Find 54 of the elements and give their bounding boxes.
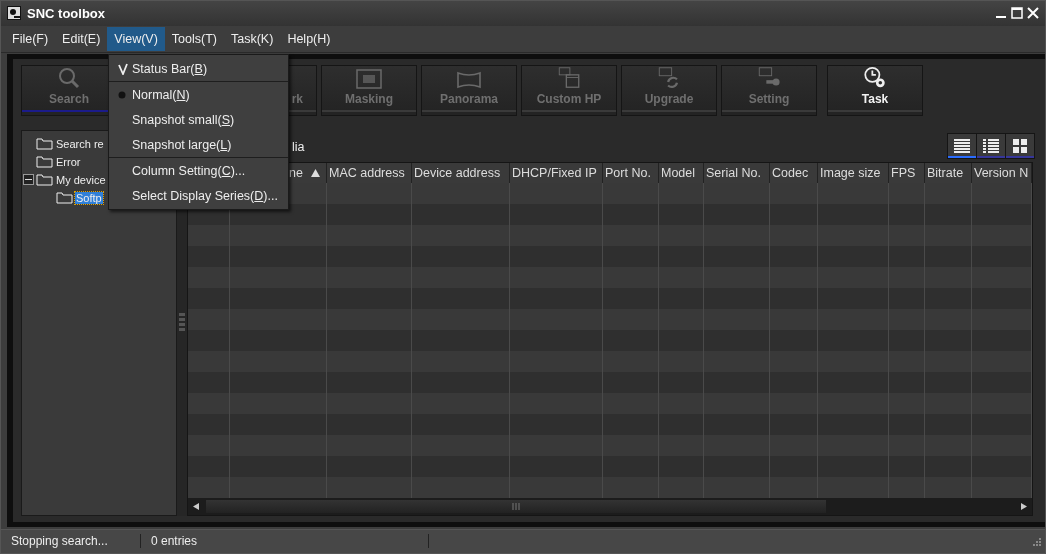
maximize-icon[interactable] bbox=[1011, 7, 1023, 20]
column-header[interactable]: Serial No. bbox=[704, 162, 770, 183]
close-icon[interactable] bbox=[1027, 7, 1039, 20]
column-header[interactable]: Bitrate bbox=[925, 162, 972, 183]
view-mode-button[interactable] bbox=[948, 133, 976, 158]
tree-item[interactable]: Softp bbox=[75, 191, 103, 204]
tree-item[interactable]: My device bbox=[55, 173, 107, 186]
masking-icon bbox=[356, 68, 382, 89]
menu-item[interactable]: Normal(N) bbox=[132, 87, 190, 102]
folder-icon bbox=[36, 137, 53, 151]
menu-bar-item[interactable]: View(V) bbox=[107, 26, 165, 51]
status-text: Stopping search... bbox=[1, 534, 141, 549]
column-header[interactable]: Version N bbox=[972, 162, 1032, 183]
column-header[interactable]: DHCP/Fixed IP bbox=[510, 162, 603, 183]
detail-list-icon bbox=[983, 138, 999, 153]
toolbar-button[interactable]: Task bbox=[827, 64, 923, 116]
search-icon bbox=[58, 66, 80, 89]
list-title: lia bbox=[292, 139, 305, 154]
column-header[interactable]: Codec bbox=[770, 162, 818, 183]
window-title: SNC toolbox bbox=[27, 6, 105, 21]
menu-bar-item[interactable]: Task(K) bbox=[224, 26, 281, 51]
view-mode-button[interactable] bbox=[977, 133, 1005, 158]
tree-item[interactable]: Error bbox=[55, 155, 82, 168]
menu-item[interactable]: Snapshot small(S) bbox=[132, 112, 235, 127]
list-view-icon bbox=[954, 138, 970, 153]
collapse-toggle[interactable] bbox=[23, 174, 34, 186]
grid-view-icon bbox=[1012, 138, 1028, 153]
folder-icon bbox=[36, 173, 53, 187]
menu-bar-item[interactable]: Help(H) bbox=[280, 26, 338, 51]
menu-item[interactable]: Column Setting(C)... bbox=[132, 163, 246, 178]
menu-item[interactable]: Select Display Series(D)... bbox=[132, 188, 278, 203]
clock-gear-icon bbox=[862, 65, 888, 89]
tree-item[interactable]: Search re bbox=[55, 137, 105, 150]
app-icon bbox=[7, 6, 21, 21]
folder-icon bbox=[36, 155, 53, 169]
status-text: 0 entries bbox=[141, 534, 429, 549]
column-header[interactable]: FPS bbox=[889, 162, 925, 183]
column-header[interactable]: Image size bbox=[818, 162, 889, 183]
column-header[interactable]: Device address bbox=[412, 162, 510, 183]
column-header[interactable]: MAC address bbox=[327, 162, 412, 183]
resize-grip-icon[interactable] bbox=[1030, 535, 1042, 548]
column-header[interactable]: Port No. bbox=[603, 162, 659, 183]
menu-bar-item[interactable]: Tools(T) bbox=[164, 26, 224, 51]
panorama-icon bbox=[456, 70, 482, 89]
menu-item[interactable]: Snapshot large(L) bbox=[132, 137, 232, 152]
scrollbar-thumb[interactable] bbox=[206, 499, 826, 513]
view-mode-button[interactable] bbox=[1006, 133, 1034, 158]
windows-icon bbox=[556, 65, 582, 89]
folder-icon bbox=[56, 191, 73, 205]
menu-bar-item[interactable]: File(F) bbox=[5, 26, 56, 51]
menu-bar-item[interactable]: Edit(E) bbox=[55, 26, 108, 51]
menu-item[interactable]: Status Bar(B) bbox=[132, 61, 208, 76]
column-header[interactable]: Model bbox=[659, 162, 704, 183]
splitter-grip-icon[interactable] bbox=[179, 311, 185, 334]
